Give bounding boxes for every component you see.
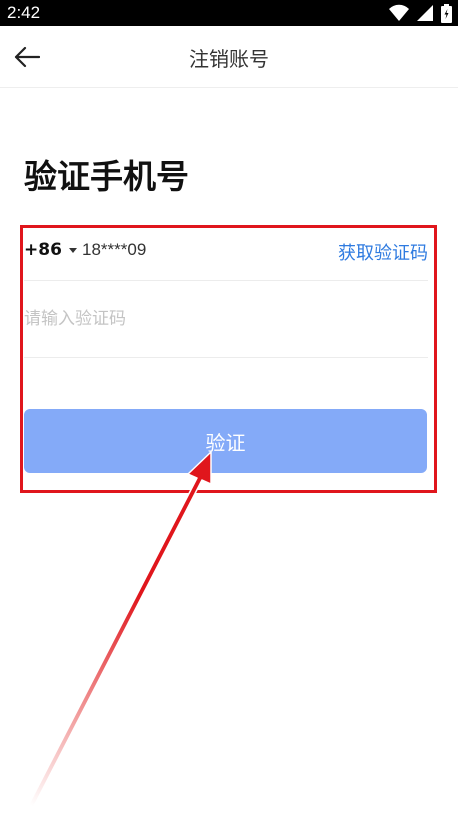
status-time: 2:42 xyxy=(7,3,41,22)
country-code-selector[interactable]: +86 xyxy=(24,240,77,260)
section-heading: 验证手机号 xyxy=(24,157,189,196)
chevron-down-icon xyxy=(68,247,77,253)
battery-icon xyxy=(441,4,452,23)
nav-bar: 注销账号 xyxy=(0,26,458,88)
verification-code-input[interactable] xyxy=(24,301,428,337)
status-icons xyxy=(389,4,452,23)
verify-button[interactable]: 验证 xyxy=(24,409,427,473)
phone-row: +86 18****09 获取验证码 xyxy=(24,226,428,281)
phone-number: 18****09 xyxy=(82,240,147,259)
cellular-signal-icon xyxy=(417,4,433,22)
code-row xyxy=(24,281,428,358)
verify-form: +86 18****09 获取验证码 验证 xyxy=(24,226,428,473)
page: 2:42 注销账号 验证手机号 +86 18****09 获取验证码 请输入验证… xyxy=(0,0,458,820)
page-title: 注销账号 xyxy=(189,47,269,71)
get-code-button[interactable]: 获取验证码 xyxy=(338,239,428,265)
country-code-label: +86 xyxy=(24,240,62,260)
status-bar: 2:42 xyxy=(0,0,458,26)
wifi-icon xyxy=(389,4,409,22)
